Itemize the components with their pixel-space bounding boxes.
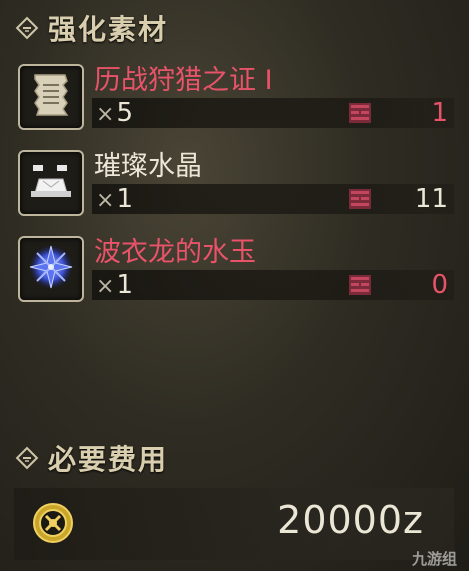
material-name: 璀璨水晶 xyxy=(94,151,202,182)
required-quantity: ×1 xyxy=(96,270,133,300)
material-name: 历战狩猎之证 I xyxy=(94,65,273,96)
materials-section-title: 强化素材 xyxy=(14,8,168,48)
material-icon-frame xyxy=(18,150,84,216)
material-icon-frame xyxy=(18,236,84,302)
material-quantity-row: ×5 1 xyxy=(92,98,454,128)
zenny-coin-icon xyxy=(32,502,74,548)
material-quantity-row: ×1 0 xyxy=(92,270,454,300)
blue-gem-icon xyxy=(26,242,76,296)
section-diamond-icon xyxy=(14,445,40,471)
item-box-icon xyxy=(348,274,372,300)
material-item[interactable]: 璀璨水晶 ×1 11 xyxy=(14,146,454,224)
item-box-icon xyxy=(348,102,372,128)
material-item[interactable]: 波衣龙的水玉 ×1 0 xyxy=(14,232,454,310)
crystal-ore-icon xyxy=(27,159,75,207)
scroll-icon xyxy=(29,71,73,123)
material-item[interactable]: 历战狩猎之证 I ×5 1 xyxy=(14,60,454,138)
section-diamond-icon xyxy=(14,15,40,41)
materials-title-text: 强化素材 xyxy=(48,13,169,46)
watermark: 九游组 xyxy=(411,550,457,568)
owned-quantity: 11 xyxy=(414,184,448,214)
material-quantity-row: ×1 11 xyxy=(92,184,454,214)
required-cost-row: 20000z xyxy=(14,488,454,560)
required-quantity: ×1 xyxy=(96,184,133,214)
cost-value: 20000z xyxy=(277,498,424,542)
cost-title-text: 必要费用 xyxy=(48,443,169,476)
cost-section-title: 必要费用 xyxy=(14,438,168,478)
owned-quantity: 1 xyxy=(431,98,448,128)
material-icon-frame xyxy=(18,64,84,130)
owned-quantity: 0 xyxy=(431,270,448,300)
item-box-icon xyxy=(348,188,372,214)
required-quantity: ×5 xyxy=(96,98,133,128)
material-name: 波衣龙的水玉 xyxy=(94,237,256,268)
